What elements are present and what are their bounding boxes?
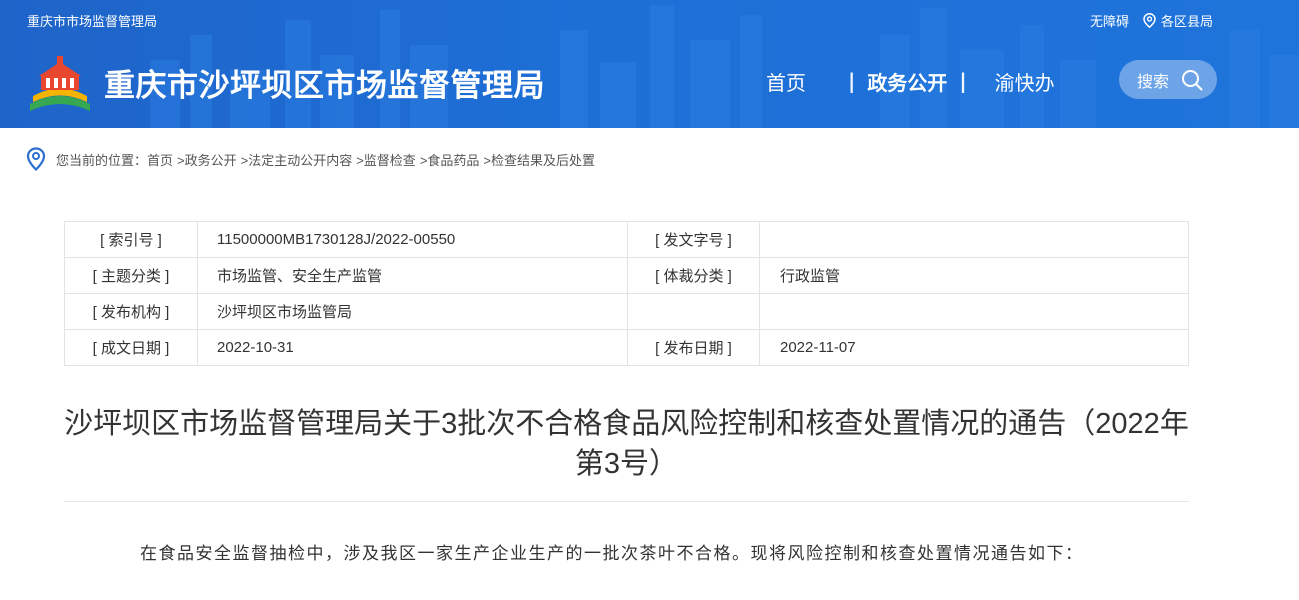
table-row: [ 索引号 ] 11500000MB1730128J/2022-00550 [ … [64,221,1189,258]
nav-separator: | [959,69,967,93]
meta-value-written-date: 2022-10-31 [197,329,628,366]
meta-label-publisher: [ 发布机构 ] [64,293,198,330]
breadcrumb-item[interactable]: >法定主动公开内容 [241,150,353,169]
meta-value-topic: 市场监管、安全生产监管 [197,257,628,294]
meta-value-publish-date: 2022-11-07 [759,329,1189,366]
nav-gov-affairs[interactable]: 政务公开 [867,67,947,96]
meta-label-index: [ 索引号 ] [64,221,198,258]
document-title: 沙坪坝区市场监督管理局关于3批次不合格食品风险控制和核查处置情况的通告（2022… [64,408,1189,480]
breadcrumb-item[interactable]: >食品药品 [420,150,480,169]
search-button[interactable]: 搜索 [1119,60,1217,99]
breadcrumb-item[interactable]: >监督检查 [356,150,416,169]
location-pin-icon [1143,13,1156,28]
meta-label-doc-number: [ 发文字号 ] [627,221,760,258]
divider [64,501,1189,502]
breadcrumb-prefix: 您当前的位置： [56,152,148,168]
site-title[interactable]: 重庆市沙坪坝区市场监督管理局 [104,60,545,105]
meta-value-empty [759,293,1189,330]
search-icon [1182,69,1203,90]
document-meta-table: [ 索引号 ] 11500000MB1730128J/2022-00550 [ … [64,221,1189,366]
nav-separator: | [848,69,856,93]
breadcrumb-item[interactable]: >政务公开 [177,150,237,169]
meta-label-publish-date: [ 发布日期 ] [627,329,760,366]
main-nav: 首页 | 政务公开 | 渝快办 [766,64,1059,98]
breadcrumb-item[interactable]: 首页 [147,150,173,169]
logo-emblem[interactable] [27,54,93,112]
document-body-paragraph: 在食品安全监督抽检中，涉及我区一家生产企业生产的一批次茶叶不合格。现将风险控制和… [140,544,1084,564]
table-row: [ 成文日期 ] 2022-10-31 [ 发布日期 ] 2022-11-07 [64,329,1189,366]
meta-value-genre: 行政监管 [759,257,1189,294]
meta-value-publisher: 沙坪坝区市场监管局 [197,293,628,330]
search-label: 搜索 [1137,73,1170,91]
nav-yukuaiban[interactable]: 渝快办 [995,67,1059,96]
table-row: [ 发布机构 ] 沙坪坝区市场监管局 [64,293,1189,330]
meta-value-index: 11500000MB1730128J/2022-00550 [197,221,628,258]
accessibility-link[interactable]: 无障碍 [1090,11,1129,30]
meta-label-genre: [ 体裁分类 ] [627,257,760,294]
meta-label-empty [627,293,760,330]
top-links: 无障碍 各区县局 [1090,11,1213,30]
location-pin-icon [26,147,46,171]
meta-label-written-date: [ 成文日期 ] [64,329,198,366]
site-header: 重庆市市场监督管理局 无障碍 各区县局 重庆市沙坪坝区市场监督管理局 首页 | … [0,0,1299,128]
parent-site-link[interactable]: 重庆市市场监督管理局 [27,11,157,30]
meta-value-doc-number [759,221,1189,258]
breadcrumb: 您当前的位置： 首页 >政务公开 >法定主动公开内容 >监督检查 >食品药品 >… [26,147,599,171]
nav-home[interactable]: 首页 [766,67,806,96]
districts-link[interactable]: 各区县局 [1143,11,1213,30]
breadcrumb-item[interactable]: >检查结果及后处置 [483,150,595,169]
districts-label: 各区县局 [1160,14,1213,29]
meta-label-topic: [ 主题分类 ] [64,257,198,294]
table-row: [ 主题分类 ] 市场监管、安全生产监管 [ 体裁分类 ] 行政监管 [64,257,1189,294]
